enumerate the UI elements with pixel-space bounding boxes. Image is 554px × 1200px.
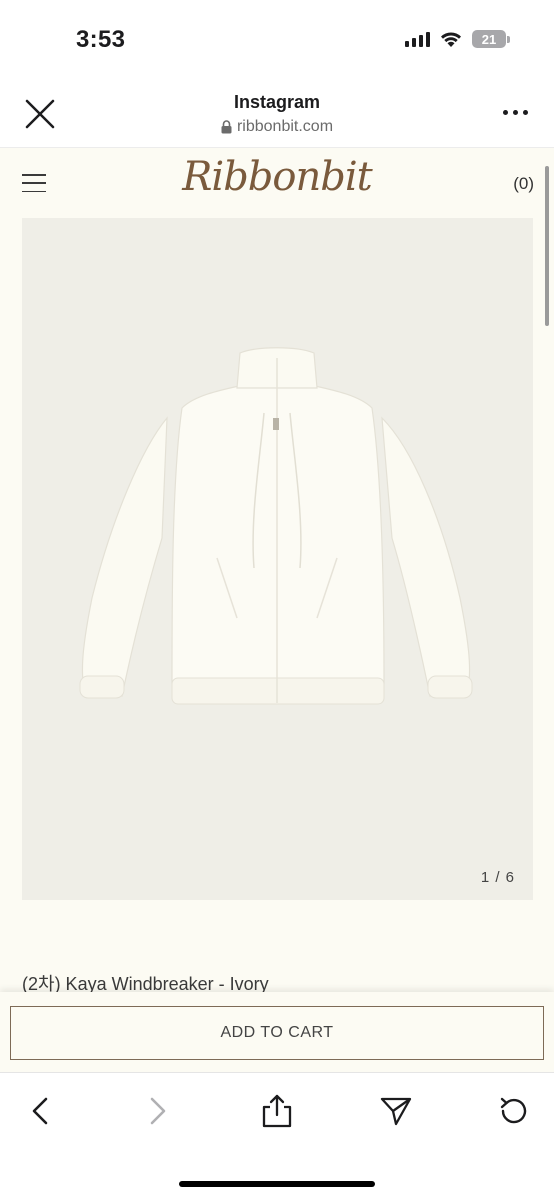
share-icon[interactable]	[257, 1091, 297, 1131]
forward-icon[interactable]	[138, 1091, 178, 1131]
site-logo[interactable]: Ribbonbit	[0, 154, 554, 200]
lock-icon	[221, 120, 232, 134]
site-header: Ribbonbit (0)	[0, 148, 554, 218]
browser-toolbar	[0, 1072, 554, 1200]
website-content: Ribbonbit (0) 1 / 6 (2차) Kaya Windbreake…	[0, 148, 554, 1072]
status-bar: 3:53 21	[0, 0, 554, 82]
battery-icon: 21	[472, 30, 510, 48]
wifi-icon	[441, 32, 461, 47]
home-indicator	[179, 1181, 375, 1187]
cart-count[interactable]: (0)	[513, 174, 534, 194]
product-image[interactable]: 1 / 6	[22, 218, 533, 900]
image-counter: 1 / 6	[480, 869, 515, 886]
jacket-image	[79, 347, 473, 705]
status-icons: 21	[405, 30, 510, 48]
battery-level: 21	[472, 30, 506, 48]
browser-url-text: ribbonbit.com	[236, 118, 334, 135]
add-to-cart-bar: ADD TO CART	[0, 992, 554, 1072]
browser-title: Instagram	[233, 92, 321, 112]
scroll-indicator	[545, 166, 549, 326]
browser-url: ribbonbit.com	[221, 118, 333, 136]
back-icon[interactable]	[20, 1091, 60, 1131]
add-to-cart-button[interactable]: ADD TO CART	[10, 1006, 544, 1060]
send-icon[interactable]	[376, 1091, 416, 1131]
browser-header: Instagram ribbonbit.com	[0, 82, 554, 148]
reload-icon[interactable]	[494, 1091, 534, 1131]
status-time: 3:53	[76, 26, 126, 53]
cellular-signal-icon	[405, 31, 430, 47]
browser-title-area: Instagram ribbonbit.com	[0, 92, 554, 139]
more-options-icon[interactable]	[503, 110, 528, 115]
